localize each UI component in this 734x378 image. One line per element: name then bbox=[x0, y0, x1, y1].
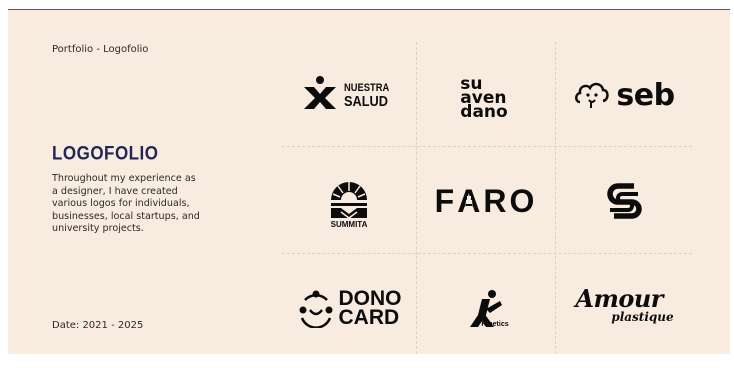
lighthouse-icon bbox=[465, 195, 474, 212]
logo-faro: F A RO bbox=[418, 160, 554, 242]
grid-divider bbox=[282, 253, 692, 254]
logo-text: CARD bbox=[338, 306, 400, 329]
logo-summita: SUMMITA bbox=[282, 160, 416, 242]
logo-nuestra-salud: NUESTRA SALUD bbox=[282, 55, 416, 135]
grid-divider bbox=[555, 42, 556, 354]
logo-text: RO bbox=[483, 182, 538, 219]
grid-divider bbox=[282, 146, 692, 147]
grid-divider bbox=[416, 42, 417, 354]
logo-text: plastique bbox=[611, 310, 674, 324]
page-description: Throughout my experience as a designer, … bbox=[52, 173, 200, 234]
logo-text: dano bbox=[460, 102, 508, 122]
logo-text: SALUD bbox=[344, 93, 389, 110]
x-figure-icon bbox=[304, 76, 337, 109]
logo-text: F bbox=[434, 182, 458, 219]
logo-text: Amour bbox=[575, 284, 663, 313]
logo-text: Kinetics bbox=[481, 320, 509, 328]
cs-monogram-icon bbox=[606, 183, 642, 219]
logo-kinetics: Kinetics bbox=[418, 268, 554, 348]
logo-donocard: DONO CARD bbox=[282, 268, 416, 348]
logo-suavendano: su aven dano bbox=[418, 58, 554, 138]
logo-text: seb bbox=[616, 77, 675, 113]
page-title: LOGOFOLIO bbox=[52, 142, 159, 164]
people-circle-icon bbox=[299, 290, 332, 328]
logo-cs-monogram bbox=[557, 160, 692, 242]
breadcrumb: Portfolio - Logofolio bbox=[52, 44, 149, 55]
logo-text: SUMMITA bbox=[330, 219, 368, 229]
date-range: Date: 2021 - 2025 bbox=[52, 320, 144, 331]
sunrise-mountain-icon bbox=[331, 181, 367, 219]
logo-seb: seb bbox=[557, 55, 692, 135]
cloud-face-icon bbox=[575, 82, 610, 108]
logo-amour-plastique: Amour plastique bbox=[557, 268, 692, 348]
